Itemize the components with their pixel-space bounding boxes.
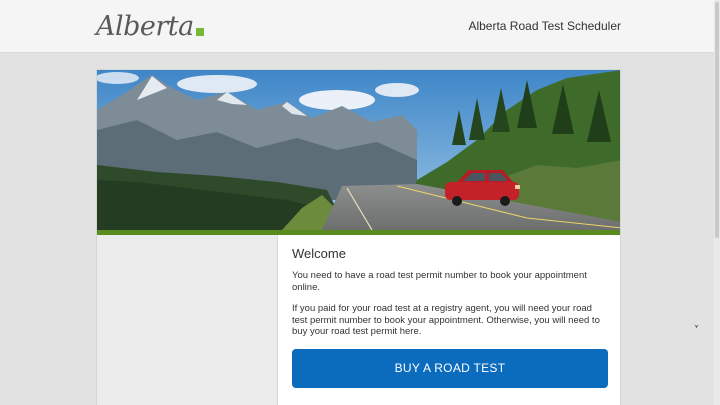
top-header: Alberta Alberta Road Test Scheduler bbox=[0, 0, 720, 53]
left-column bbox=[97, 235, 278, 405]
hero-banner-image bbox=[97, 70, 620, 230]
welcome-section: Welcome You need to have a road test per… bbox=[292, 246, 608, 388]
mountain-road-car-image bbox=[97, 70, 620, 230]
scrollbar-thumb[interactable] bbox=[715, 2, 719, 238]
app-title: Alberta Road Test Scheduler bbox=[468, 19, 621, 33]
permit-info-text: You need to have a road test permit numb… bbox=[292, 270, 587, 293]
mouse-cursor-icon bbox=[694, 320, 699, 328]
logo-flag-icon bbox=[195, 28, 204, 36]
registry-info-text: If you paid for your road test at a regi… bbox=[292, 303, 600, 337]
alberta-logo[interactable]: Alberta bbox=[96, 10, 204, 42]
page-scrollbar[interactable] bbox=[714, 0, 720, 405]
logo-wordmark: Alberta bbox=[96, 11, 194, 42]
main-card: Welcome You need to have a road test per… bbox=[96, 69, 621, 405]
buy-road-test-button[interactable]: BUY A ROAD TEST bbox=[292, 348, 608, 388]
welcome-heading: Welcome bbox=[292, 246, 346, 261]
